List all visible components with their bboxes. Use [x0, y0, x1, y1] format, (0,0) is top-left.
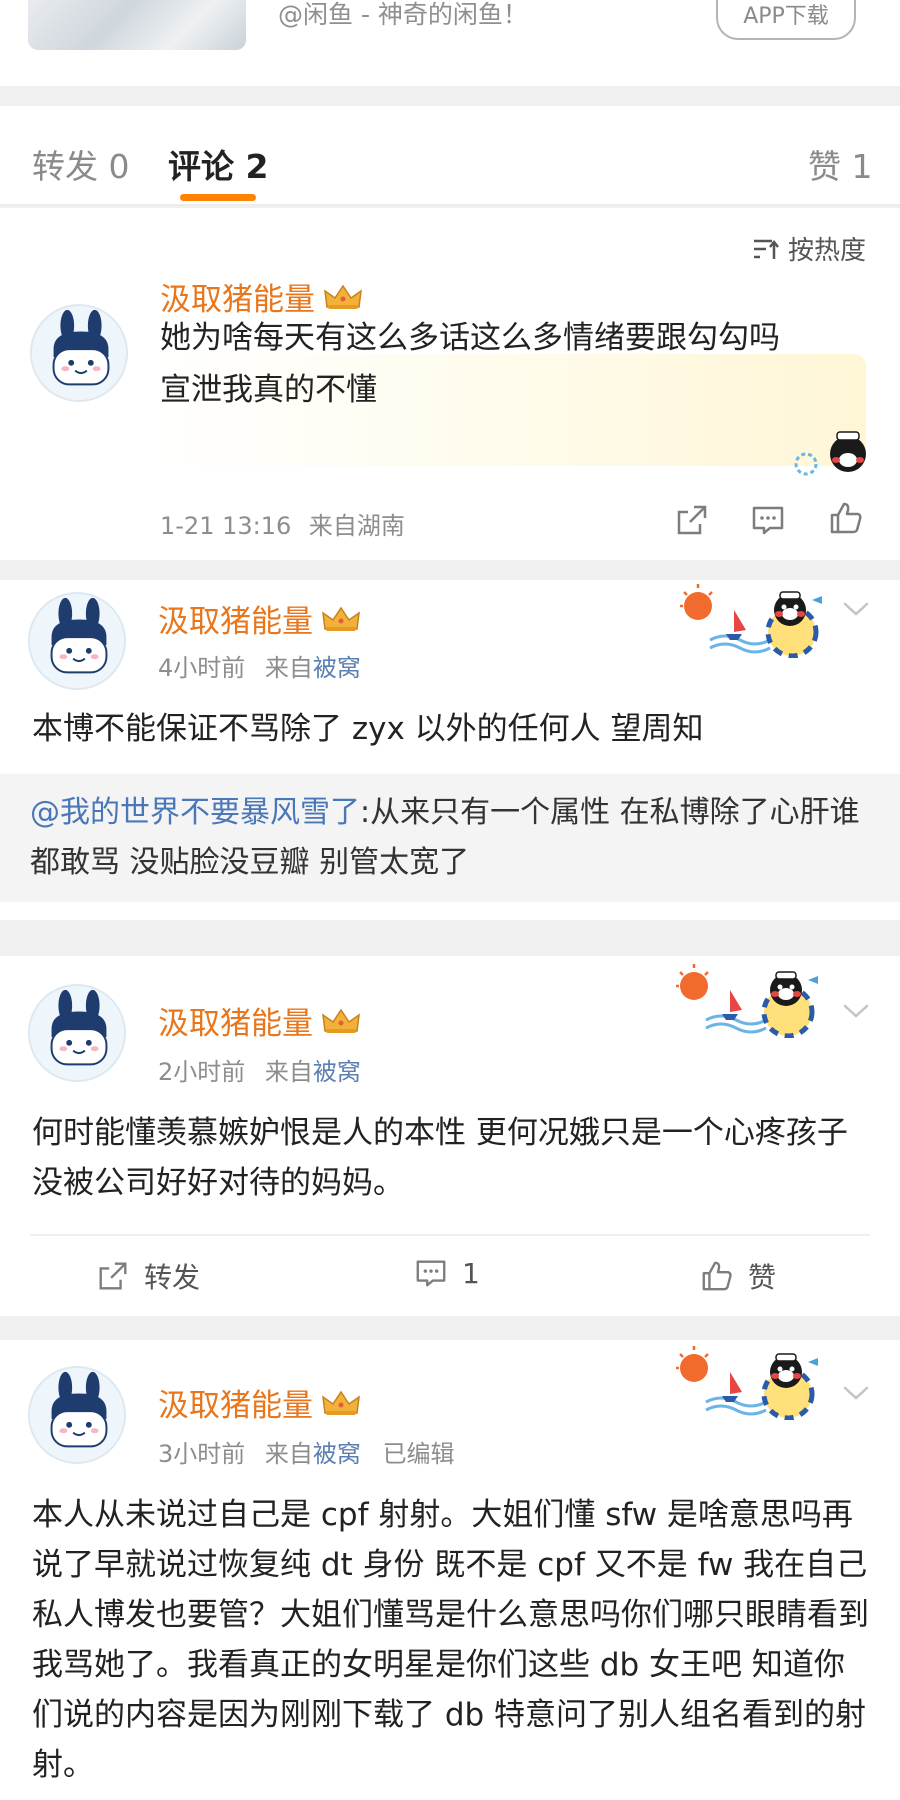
crown-badge-icon — [321, 605, 361, 633]
avatar-image — [32, 306, 128, 402]
comment-text-line2: 宣泄我真的不懂 — [160, 372, 377, 408]
post-source-link[interactable]: 被窝 — [313, 654, 361, 682]
bubble-decoration-icon — [794, 431, 866, 476]
post-card: 汲取猪能量 4小时前 来自被窝 本博不能保证不骂除了 zyx 以外的任何人 望周… — [0, 580, 900, 920]
tab-repost[interactable]: 转发 0 — [32, 140, 130, 188]
username-text: 汲取猪能量 — [158, 604, 313, 640]
comment-icon — [414, 1256, 448, 1290]
tab-bar: 转发 0 评论 2 赞 1 — [0, 106, 900, 206]
comment-meta: 1-21 13:16 来自湖南 — [160, 506, 405, 541]
active-tab-indicator — [180, 194, 256, 201]
quoted-user-mention[interactable]: @我的世界不要暴风雪了 — [30, 795, 360, 830]
tab-like[interactable]: 赞 1 — [808, 140, 873, 188]
post-time: 4小时前 — [158, 654, 246, 682]
comment-count: 1 — [462, 1256, 480, 1290]
avatar[interactable] — [28, 592, 126, 690]
post-body: 本博不能保证不骂除了 zyx 以外的任何人 望周知 — [32, 711, 704, 747]
post-body: 本人从未说过自己是 cpf 射射。大姐们懂 sfw 是啥意思吗再说了早就说过恢复… — [32, 1497, 869, 1783]
quoted-post[interactable]: @我的世界不要暴风雪了:从来只有一个属性 在私博除了心肝谁都敢骂 没贴脸没豆瓣 … — [0, 774, 900, 902]
card-decoration-icon — [676, 1342, 826, 1420]
comment-text-line1: 她为啥每天有这么多话这么多情绪要跟勾勾吗 — [160, 320, 780, 356]
post-meta: 4小时前 来自被窝 — [158, 648, 361, 683]
avatar[interactable] — [30, 304, 128, 402]
repost-button[interactable]: 转发 — [96, 1256, 200, 1296]
like-button[interactable]: 赞 — [700, 1256, 776, 1296]
comment-text: 她为啥每天有这么多话这么多情绪要跟勾勾吗 宣泄我真的不懂 — [160, 312, 780, 416]
chevron-down-icon[interactable] — [842, 600, 870, 618]
card-decoration-icon — [680, 580, 830, 658]
app-download-button[interactable]: APP下载 — [716, 0, 856, 40]
tab-comment[interactable]: 评论 2 — [168, 140, 268, 188]
card-decoration-icon — [676, 960, 826, 1038]
post-source-prefix: 来自 — [264, 1440, 313, 1468]
ad-text: @闲鱼 - 神奇的闲鱼！ — [278, 0, 528, 29]
avatar[interactable] — [28, 984, 126, 1082]
post-time: 2小时前 — [158, 1058, 246, 1086]
post-meta: 3小时前 来自被窝 已编辑 — [158, 1434, 455, 1469]
post-meta: 2小时前 来自被窝 — [158, 1052, 361, 1087]
sort-button[interactable]: 按热度 — [752, 230, 866, 267]
sort-icon — [753, 239, 779, 259]
ad-banner[interactable]: @闲鱼 - 神奇的闲鱼！ APP下载 — [0, 0, 900, 86]
like-icon[interactable] — [828, 500, 864, 536]
chevron-down-icon[interactable] — [842, 1384, 870, 1402]
username-text: 汲取猪能量 — [158, 1006, 313, 1042]
crown-badge-icon — [323, 283, 363, 311]
post-username[interactable]: 汲取猪能量 — [158, 1380, 361, 1425]
avatar[interactable] — [28, 1366, 126, 1464]
comment-time: 1-21 13:16 — [160, 512, 292, 540]
post-card: 汲取猪能量 3小时前 来自被窝 已编辑 本人从未说过自己是 cpf 射射。大姐们… — [0, 1340, 900, 1800]
comment-button[interactable]: 1 — [414, 1256, 480, 1290]
repost-label: 转发 — [144, 1261, 201, 1294]
crown-badge-icon — [321, 1007, 361, 1035]
comment-card: 按热度 汲取猪能量 她为啥每天有这么多话这么多情绪要跟勾勾吗 宣泄我真的不懂 1… — [0, 208, 900, 560]
sort-label: 按热度 — [787, 236, 866, 266]
avatar-image — [30, 1368, 126, 1464]
username-text: 汲取猪能量 — [158, 1388, 313, 1424]
post-time: 3小时前 — [158, 1440, 246, 1468]
post-body: 何时能懂羡慕嫉妒恨是人的本性 更何况娥只是一个心疼孩子没被公司好好对待的妈妈。 — [32, 1115, 848, 1201]
post-source-prefix: 来自 — [264, 1058, 313, 1086]
like-label: 赞 — [748, 1261, 777, 1294]
ad-thumbnail[interactable] — [28, 0, 246, 50]
post-source-prefix: 来自 — [264, 654, 313, 682]
share-icon — [96, 1259, 130, 1293]
chevron-down-icon[interactable] — [842, 1002, 870, 1020]
post-card: 汲取猪能量 2小时前 来自被窝 何时能懂羡慕嫉妒恨是人的本性 更何况娥只是一个心… — [0, 956, 900, 1316]
avatar-image — [30, 986, 126, 1082]
post-divider — [30, 1234, 870, 1236]
post-username[interactable]: 汲取猪能量 — [158, 596, 361, 641]
post-source-link[interactable]: 被窝 — [313, 1058, 361, 1086]
comment-icon[interactable] — [750, 502, 786, 538]
comment-source: 来自湖南 — [308, 512, 405, 540]
like-icon — [700, 1259, 734, 1293]
avatar-image — [30, 594, 126, 690]
post-source-link[interactable]: 被窝 — [313, 1440, 361, 1468]
crown-badge-icon — [321, 1389, 361, 1417]
post-username[interactable]: 汲取猪能量 — [158, 998, 361, 1043]
edited-label: 已编辑 — [382, 1440, 455, 1468]
share-icon[interactable] — [674, 502, 710, 538]
